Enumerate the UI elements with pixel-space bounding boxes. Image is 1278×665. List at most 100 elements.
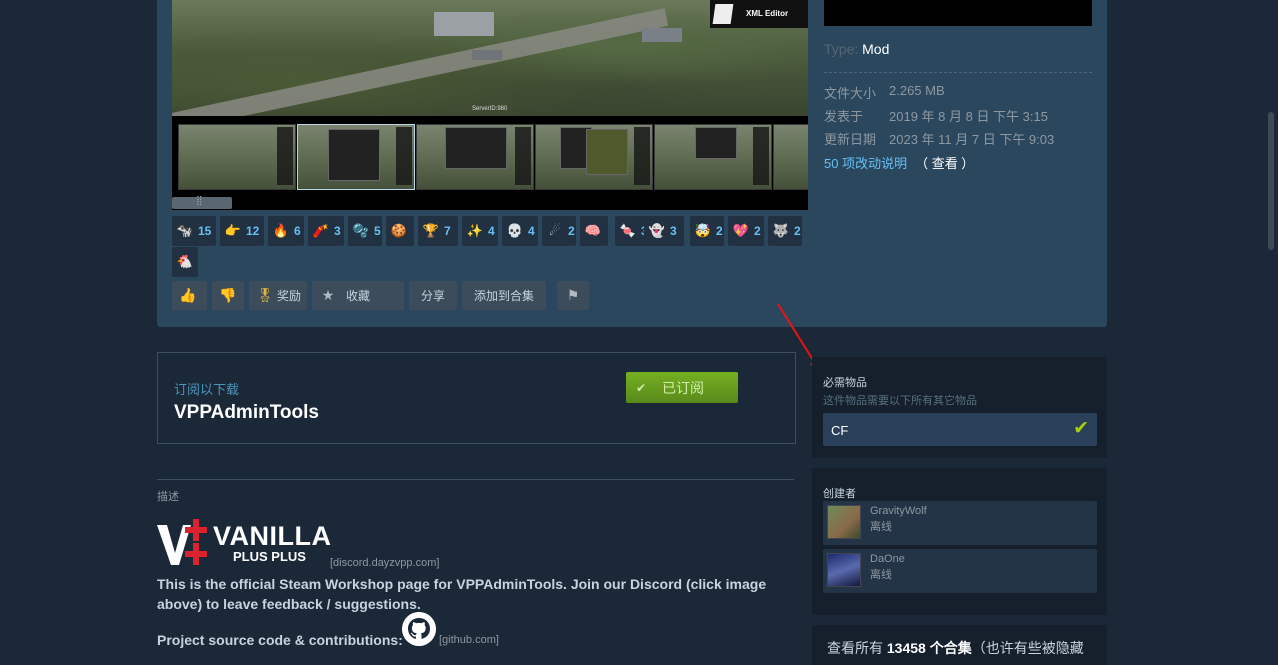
subscribed-button[interactable]: ✔ 已订阅 bbox=[626, 372, 738, 403]
type-value: Mod bbox=[862, 41, 890, 57]
mind-blown-icon: 🤯 bbox=[694, 223, 712, 238]
screenshot-building bbox=[642, 28, 682, 42]
award-rocket[interactable]: 🧨 3 bbox=[308, 216, 344, 246]
report-button[interactable]: ⚑ bbox=[557, 281, 589, 310]
updated-value: 2023 年 11 月 7 日 下午 9:03 bbox=[889, 132, 1055, 147]
creator-name: DaOne bbox=[870, 553, 905, 565]
award-button[interactable]: 🎖 奖励 bbox=[249, 281, 307, 310]
skull-helmet-icon: 💀 bbox=[506, 223, 524, 238]
change-notes-link[interactable]: 50 项改动说明 bbox=[824, 156, 907, 171]
award-count: 5 bbox=[374, 224, 381, 238]
collections-count: 13458 bbox=[886, 640, 926, 656]
award-chicken[interactable]: 🐔 bbox=[172, 247, 198, 277]
creator-name: GravityWolf bbox=[870, 505, 927, 517]
award-wolf[interactable]: 🐺 2 bbox=[768, 216, 802, 246]
file-size-value: 2.265 MB bbox=[889, 83, 945, 98]
required-items-subtitle: 这件物品需要以下所有其它物品 bbox=[823, 395, 977, 407]
award-count: 3 bbox=[334, 224, 341, 238]
required-item[interactable]: CF ✔ bbox=[823, 413, 1097, 446]
thumbnail-strip[interactable] bbox=[172, 116, 808, 210]
award-bubbles[interactable]: 🫧 5 bbox=[348, 216, 382, 246]
award-count: 6 bbox=[294, 224, 301, 238]
award-fire-boot[interactable]: 🔥 6 bbox=[268, 216, 304, 246]
heart-icon: 💖 bbox=[732, 223, 750, 238]
brain-icon: 🧠 bbox=[584, 223, 602, 238]
xml-editor-logo: XML Editor bbox=[710, 0, 808, 28]
award-sparkle[interactable]: ✨ 4 bbox=[462, 216, 498, 246]
required-items-title: 必需物品 bbox=[823, 377, 867, 389]
source-row: Project source code & contributions: [gi… bbox=[157, 612, 797, 652]
github-link[interactable]: [github.com] bbox=[439, 634, 499, 646]
vanilla-plus-plus-logo[interactable]: VANILLA PLUS PLUS bbox=[157, 517, 332, 567]
info-divider bbox=[824, 72, 1092, 73]
creator-gravitywolf[interactable]: GravityWolf 离线 bbox=[823, 501, 1097, 545]
collections-panel[interactable]: 查看所有 13458 个合集（也许有些被隐藏 bbox=[812, 625, 1107, 665]
subscribed-label: 已订阅 bbox=[662, 379, 704, 396]
github-icon[interactable] bbox=[402, 612, 436, 646]
thumbnail-scrollbar[interactable] bbox=[172, 195, 232, 209]
fire-boot-icon: 🔥 bbox=[272, 223, 290, 238]
share-button[interactable]: 分享 bbox=[409, 281, 457, 310]
award-comet[interactable]: ☄ 2 bbox=[542, 216, 576, 246]
award-podium[interactable]: 🏆 7 bbox=[418, 216, 458, 246]
screenshot-building bbox=[472, 50, 502, 60]
rate-up-button[interactable]: 👍 bbox=[172, 281, 207, 310]
thumbnail-6[interactable] bbox=[773, 124, 808, 190]
award-cow[interactable]: 🐄 15 bbox=[172, 216, 216, 246]
favorite-button[interactable]: ★ 收藏 bbox=[312, 281, 404, 310]
award-cookie[interactable]: 🍪 bbox=[386, 216, 414, 246]
thumbnail-2[interactable] bbox=[297, 124, 415, 190]
collections-note: （也许有些被隐藏 bbox=[971, 640, 1084, 656]
screenshot-road bbox=[172, 8, 669, 116]
award-count: 12 bbox=[246, 224, 260, 238]
item-type: Type: Mod bbox=[824, 41, 889, 57]
cow-icon: 🐄 bbox=[176, 223, 194, 238]
award-skull-helmet[interactable]: 💀 4 bbox=[502, 216, 538, 246]
collections-link[interactable]: 查看所有 13458 个合集（也许有些被隐藏 bbox=[827, 638, 1102, 658]
xml-editor-label: XML Editor bbox=[746, 9, 789, 18]
required-item-name: CF bbox=[831, 423, 849, 438]
check-icon: ✔ bbox=[1073, 418, 1089, 439]
award-count: 7 bbox=[444, 224, 451, 238]
award-label: 奖励 bbox=[277, 289, 302, 303]
flag-icon: ⚑ bbox=[566, 287, 580, 303]
item-title: VPPAdminTools bbox=[174, 402, 319, 423]
collections-prefix: 查看所有 bbox=[827, 640, 887, 656]
award-mind-blown[interactable]: 🤯 2 bbox=[690, 216, 724, 246]
logo-text-vanilla: VANILLA bbox=[213, 521, 332, 551]
change-notes: 50 项改动说明 （ 查看 ） bbox=[824, 153, 974, 172]
thumbs-down-icon: 👎 bbox=[219, 287, 237, 303]
collections-suffix: 个合集 bbox=[925, 640, 972, 656]
screenshot-building bbox=[434, 12, 494, 36]
award-brain[interactable]: 🧠 bbox=[580, 216, 608, 246]
bubbles-icon: 🫧 bbox=[352, 223, 370, 238]
star-icon: ★ bbox=[321, 287, 335, 303]
thumbnail-5[interactable] bbox=[654, 124, 772, 190]
sparkle-icon: ✨ bbox=[466, 223, 484, 238]
thumbnail-4[interactable] bbox=[535, 124, 653, 190]
file-size-label: 文件大小 bbox=[824, 86, 877, 101]
avatar bbox=[827, 553, 861, 587]
add-to-collection-label: 添加到合集 bbox=[473, 289, 534, 303]
description-paragraph: This is the official Steam Workshop page… bbox=[157, 576, 767, 612]
discord-link[interactable]: [discord.dayzvpp.com] bbox=[330, 557, 439, 569]
rate-down-button[interactable]: 👎 bbox=[212, 281, 244, 310]
main-screenshot[interactable]: XML Editor ServerID:980 bbox=[172, 0, 808, 116]
award-count: 4 bbox=[488, 224, 495, 238]
award-heart[interactable]: 💖 2 bbox=[728, 216, 764, 246]
creators-panel: 创建者 GravityWolf 离线 DaOne 离线 bbox=[812, 468, 1107, 615]
view-change-notes-link[interactable]: （ 查看 ） bbox=[915, 156, 974, 171]
creator-daone[interactable]: DaOne 离线 bbox=[823, 549, 1097, 593]
share-label: 分享 bbox=[420, 289, 445, 303]
page-scrollbar[interactable] bbox=[1268, 112, 1274, 250]
xml-editor-icon bbox=[712, 4, 734, 24]
rocket-icon: 🧨 bbox=[312, 223, 330, 238]
award-count: 2 bbox=[754, 224, 761, 238]
award-hand[interactable]: 👉 12 bbox=[220, 216, 264, 246]
thumbnail-1[interactable] bbox=[178, 124, 296, 190]
add-to-collection-button[interactable]: 添加到合集 bbox=[462, 281, 546, 310]
candy-icon: 🍬 bbox=[619, 223, 637, 238]
award-ghost[interactable]: 👻 3 bbox=[644, 216, 684, 246]
thumbnail-3[interactable] bbox=[416, 124, 534, 190]
checkmark-icon: ✔ bbox=[636, 380, 647, 395]
